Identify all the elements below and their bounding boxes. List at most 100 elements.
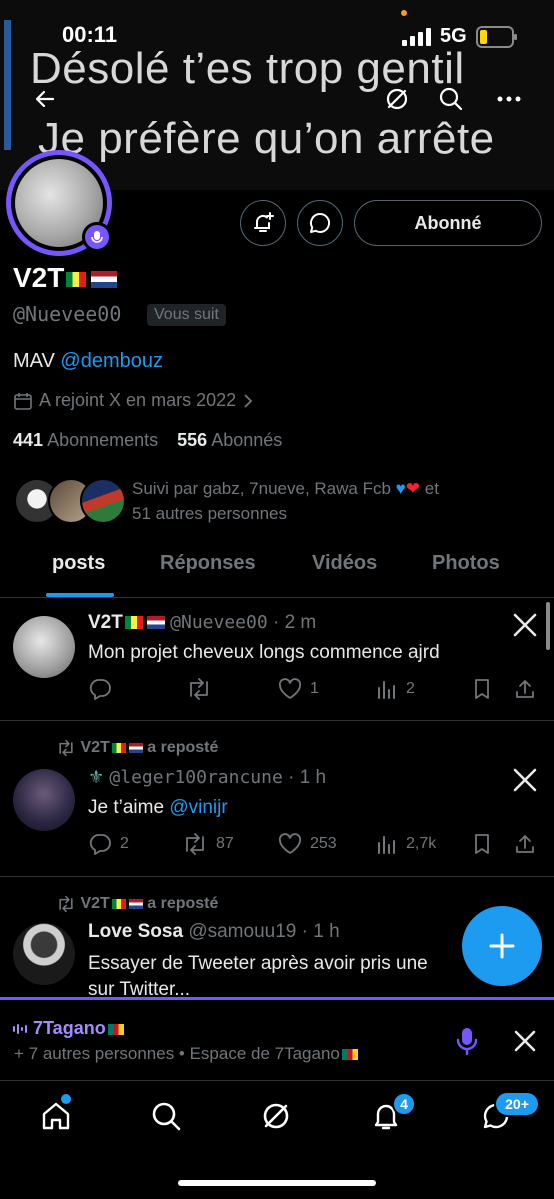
nav-grok[interactable] [256, 1096, 296, 1136]
tab-posts[interactable]: posts [52, 552, 105, 575]
post-author-avatar[interactable] [13, 923, 75, 985]
post-author-avatar[interactable] [13, 769, 75, 831]
home-unread-dot [61, 1094, 71, 1104]
followed-by-and: et [424, 479, 439, 498]
post-author-name[interactable]: V2T [88, 612, 123, 633]
post-author-avatar[interactable] [13, 616, 75, 678]
repost-icon [186, 833, 204, 855]
post-author-name[interactable]: Love Sosa [88, 921, 183, 942]
post-author-handle[interactable]: @samouu19 [188, 921, 296, 942]
chevron-right-icon [244, 393, 253, 408]
close-space-button[interactable] [508, 1024, 542, 1058]
network-label: 5G [440, 25, 467, 47]
follower-avatar [80, 478, 126, 524]
like-button[interactable]: 253 [278, 833, 337, 855]
like-count: 253 [310, 835, 337, 852]
senegal-flag-icon [124, 616, 143, 630]
x-logo-icon[interactable] [512, 767, 538, 798]
post-item[interactable]: V2T @Nuevee00 · 2 m Mon projet cheveux l… [0, 598, 554, 720]
microphone-button[interactable] [450, 1024, 484, 1058]
follows-you-badge: Vous suit [147, 304, 226, 326]
tab-photos[interactable]: Photos [432, 552, 500, 575]
bookmark-button[interactable] [472, 833, 492, 855]
x-logo-icon[interactable] [512, 612, 538, 643]
home-indicator[interactable] [178, 1180, 376, 1186]
repost-button[interactable] [186, 678, 212, 700]
back-arrow-icon[interactable] [28, 82, 62, 116]
senegal-flag-icon [111, 898, 126, 909]
statue-of-liberty-icon: ⚜ [88, 767, 105, 787]
close-icon [514, 1030, 536, 1052]
post-text: Essayer de Tweeter après avoir pris une … [88, 951, 428, 997]
views-count: 2,7k [406, 835, 437, 852]
reply-button[interactable]: 2 [88, 833, 129, 855]
cameroon-flag-icon [107, 1023, 124, 1035]
post-mention-link[interactable]: @vinijr [169, 797, 227, 818]
space-live-icon[interactable] [82, 222, 112, 252]
banner-decor-bar [4, 20, 11, 150]
battery-icon [476, 26, 518, 48]
share-button[interactable] [514, 833, 536, 855]
views-chart-icon [378, 681, 395, 699]
repost-by-name: V2T [80, 895, 110, 912]
following-button[interactable]: Abonné [354, 200, 542, 246]
profile-bio: MAV @dembouz [13, 350, 163, 373]
bookmark-button[interactable] [472, 678, 492, 700]
message-bubble-icon [310, 212, 331, 233]
reply-icon [89, 834, 111, 855]
views-chart-icon [378, 836, 395, 854]
netherlands-flag-icon [128, 742, 143, 753]
views-button[interactable]: 2,7k [376, 833, 436, 855]
followed-by-text[interactable]: Suivi par gabz, 7nueve, Rawa Fcb ♥❤ et 5… [132, 476, 542, 526]
repost-context[interactable]: V2T a reposté [56, 739, 218, 757]
messages-badge: 20+ [494, 1091, 540, 1117]
share-button[interactable] [514, 678, 536, 700]
tab-replies[interactable]: Réponses [160, 552, 256, 575]
netherlands-flag-icon [91, 271, 118, 289]
space-subtitle: + 7 autres personnes • Espace de 7Tagano [14, 1044, 340, 1063]
post-author-handle[interactable]: @Nuevee00 [170, 612, 268, 633]
space-host-row: 7Tagano [12, 1018, 124, 1039]
space-host-name: 7Tagano [33, 1018, 106, 1038]
more-options-icon[interactable] [492, 82, 526, 116]
live-space-bar[interactable]: 7Tagano + 7 autres personnes • Espace de… [0, 1000, 554, 1080]
signal-icon [402, 28, 434, 46]
post-time: · 1 h [301, 921, 340, 942]
joined-row[interactable]: A rejoint X en mars 2022 [13, 390, 254, 411]
followed-by-line1: Suivi par gabz, 7nueve, Rawa Fcb [132, 479, 391, 498]
repost-context[interactable]: V2T a reposté [56, 895, 218, 913]
like-button[interactable]: 1 [278, 678, 319, 700]
search-icon[interactable] [434, 82, 468, 116]
repost-button[interactable]: 87 [182, 833, 234, 855]
followed-by-avatars[interactable] [14, 478, 126, 526]
post-item[interactable]: V2T a reposté ⚜ @leger100rancune · 1 h J… [0, 721, 554, 876]
like-count: 1 [310, 680, 319, 697]
views-count: 2 [406, 680, 415, 697]
post-text-line2: sur Twitter... [88, 979, 191, 997]
senegal-flag-icon [111, 742, 126, 753]
reply-count: 2 [120, 835, 129, 852]
grok-icon[interactable] [380, 82, 414, 116]
tab-videos[interactable]: Vidéos [312, 552, 377, 575]
post-author-handle[interactable]: @leger100rancune [109, 767, 282, 788]
repost-icon [59, 895, 73, 912]
microphone-icon [456, 1028, 478, 1056]
plus-icon [489, 933, 515, 959]
nav-search[interactable] [146, 1096, 186, 1136]
banner-text-line2: Je préfère qu’on arrête [38, 114, 495, 163]
following-link[interactable]: 441 Abonnements [13, 430, 158, 450]
compose-post-button[interactable] [462, 906, 542, 986]
views-button[interactable]: 2 [376, 678, 415, 700]
post-text: Je t’aime @vinijr [88, 797, 228, 819]
reply-button[interactable] [88, 678, 112, 700]
reply-icon [89, 679, 111, 700]
post-header: ⚜ @leger100rancune · 1 h [88, 767, 326, 789]
profile-name: V2T [13, 262, 65, 293]
followers-link[interactable]: 556 Abonnés [177, 430, 282, 450]
follow-stats: 441 Abonnements 556 Abonnés [13, 430, 282, 451]
notify-subscribe-button[interactable] [240, 200, 286, 246]
grok-icon [263, 1103, 289, 1129]
heart-icon [278, 833, 302, 854]
bio-mention-link[interactable]: @dembouz [60, 350, 163, 372]
message-button[interactable] [297, 200, 343, 246]
